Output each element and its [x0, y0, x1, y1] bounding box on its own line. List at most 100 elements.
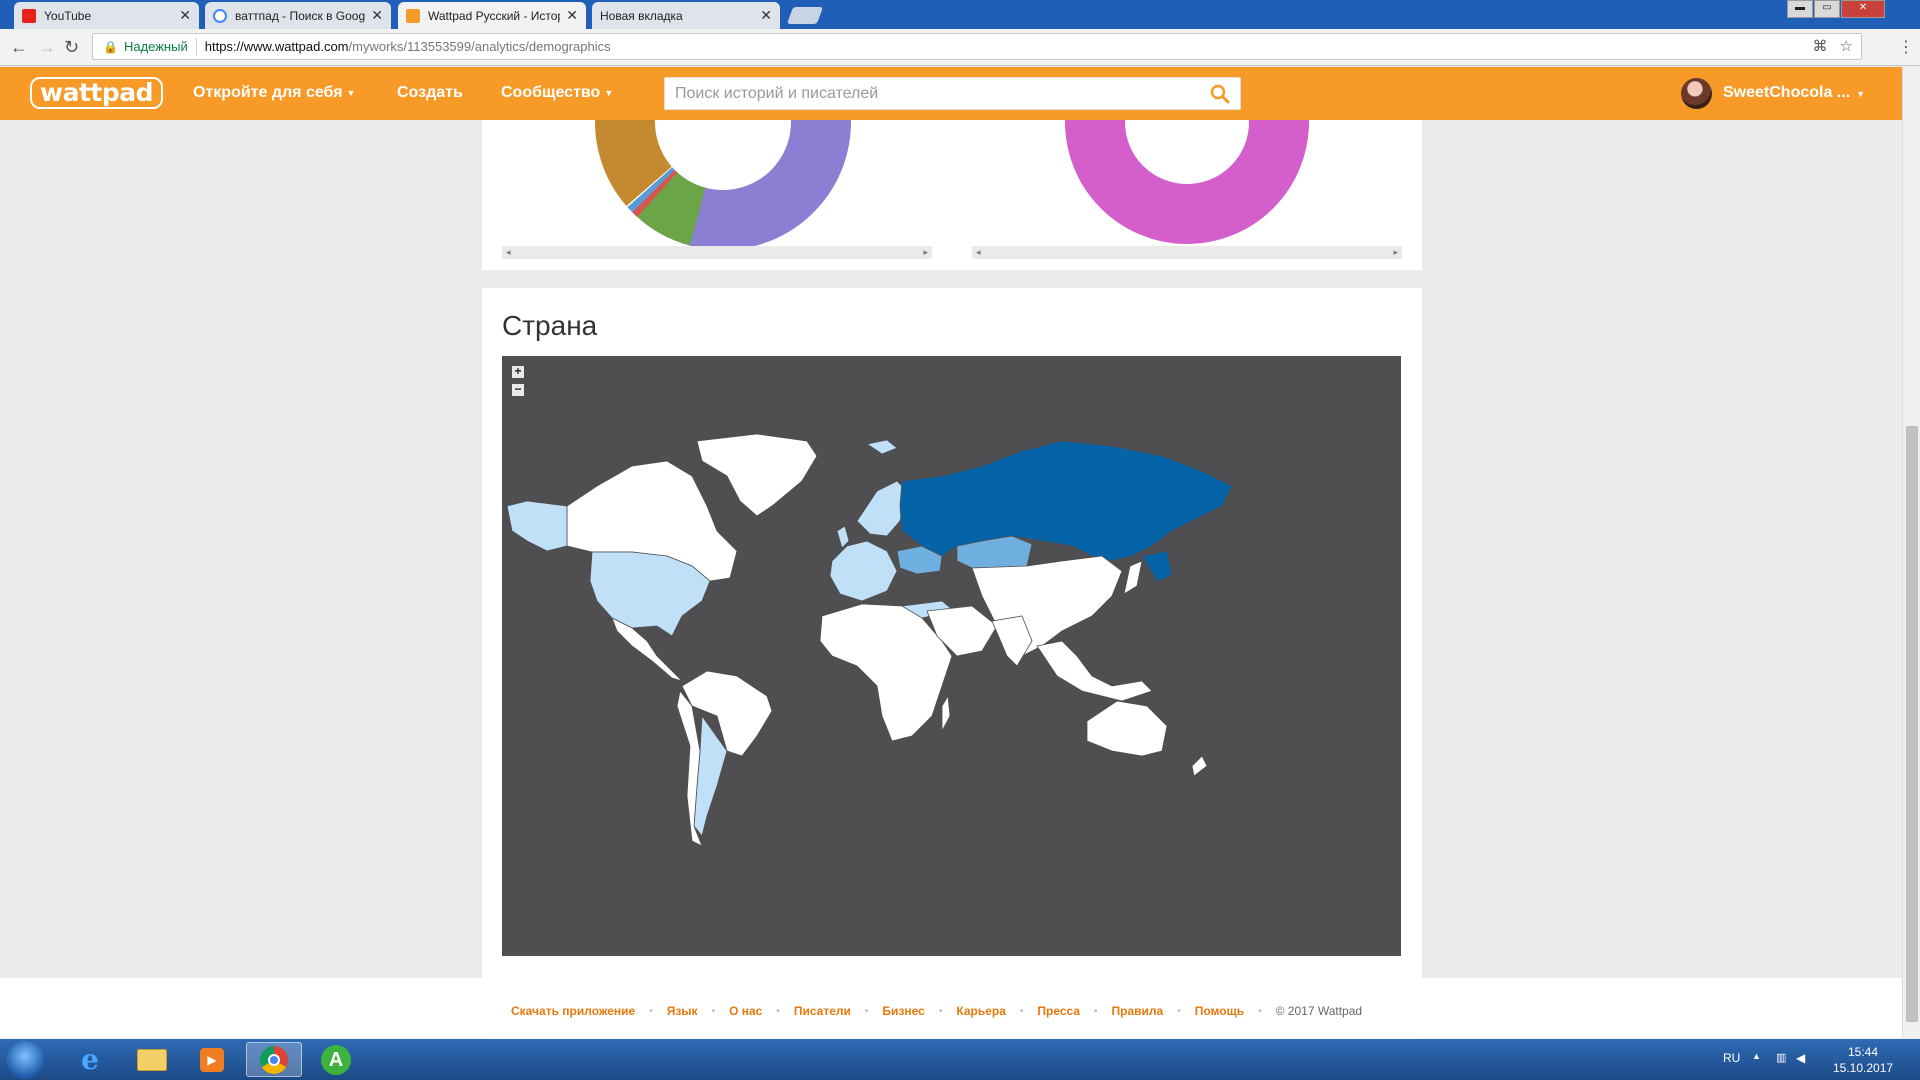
nav-label: Сообщество — [501, 84, 601, 101]
separator: • — [1019, 1005, 1024, 1017]
section-title-country: Страна — [502, 310, 598, 341]
url-domain: https://www.wattpad.com — [204, 39, 349, 54]
separator: • — [938, 1005, 943, 1017]
copyright: © 2017 Wattpad — [1275, 1004, 1363, 1018]
nav-label: Создать — [397, 84, 463, 101]
country-alaska — [506, 500, 568, 552]
search-icon[interactable] — [1210, 84, 1230, 104]
footer-link-careers[interactable]: Карьера — [956, 1004, 1006, 1018]
taskbar-ie[interactable]: e — [62, 1042, 118, 1077]
tab-youtube[interactable]: YouTube ✕ — [14, 2, 199, 29]
close-tab-icon[interactable]: ✕ — [566, 7, 578, 24]
footer-link-help[interactable]: Помощь — [1195, 1004, 1244, 1018]
language-indicator[interactable]: RU — [1723, 1051, 1740, 1065]
chart-scrollbar[interactable]: ◂ ▸ — [502, 246, 932, 259]
close-window-button[interactable]: ✕ — [1841, 0, 1885, 18]
nav-community[interactable]: Сообщество ▼ — [501, 84, 613, 102]
media-player-icon: ▶ — [200, 1047, 224, 1072]
age-donut-chart — [592, 120, 852, 246]
tab-new[interactable]: Новая вкладка ✕ — [592, 2, 780, 29]
separator: • — [776, 1005, 780, 1017]
new-tab-button[interactable] — [786, 7, 824, 24]
wattpad-logo[interactable]: wattpad — [30, 77, 164, 109]
footer-links: Скачать приложение • Язык • О нас • Писател… — [511, 1004, 1362, 1018]
search-input[interactable] — [665, 78, 1185, 109]
divider — [195, 37, 197, 56]
browser-menu-icon[interactable]: ⋮ — [1898, 37, 1914, 57]
start-button[interactable] — [6, 1041, 44, 1079]
footer-link-language[interactable]: Язык — [667, 1004, 698, 1018]
back-arrow-icon[interactable]: ← — [10, 37, 28, 58]
donut-svg — [595, 120, 851, 246]
close-tab-icon[interactable]: ✕ — [760, 7, 772, 24]
internet-explorer-icon: e — [81, 1043, 99, 1076]
footer-link-about[interactable]: О нас — [729, 1004, 762, 1018]
bookmark-star-icon[interactable]: ☆ — [1840, 37, 1853, 55]
youtube-favicon-icon — [22, 8, 36, 23]
tab-title: YouTube — [44, 8, 92, 23]
scroll-right-icon[interactable]: ▸ — [923, 246, 928, 259]
clock-time[interactable]: 15:44 — [1848, 1045, 1878, 1059]
nav-discover[interactable]: Откройте для себя ▼ — [193, 84, 355, 102]
country-australia — [1086, 700, 1168, 757]
footer-link-writers[interactable]: Писатели — [794, 1004, 851, 1018]
avatar[interactable] — [1681, 78, 1712, 109]
taskbar-chrome[interactable] — [246, 1042, 302, 1077]
tab-title: Новая вкладка — [600, 8, 683, 23]
taskbar-explorer[interactable] — [124, 1042, 180, 1077]
scroll-left-icon[interactable]: ◂ — [506, 246, 511, 259]
wattpad-favicon-icon — [406, 8, 420, 23]
tab-title: Wattpad Русский - Истори — [428, 8, 561, 23]
forward-arrow-icon[interactable]: → — [38, 37, 56, 58]
footer-link-business[interactable]: Бизнес — [882, 1004, 924, 1018]
restore-button[interactable]: ▭ — [1814, 0, 1840, 18]
chart-scrollbar[interactable]: ◂ ▸ — [972, 246, 1402, 259]
tab-google-search[interactable]: ваттпад - Поиск в Google ✕ — [205, 2, 391, 29]
scrollbar-thumb[interactable] — [1906, 426, 1918, 1022]
translate-icon[interactable]: ⌘ — [1813, 37, 1828, 55]
country-new-zealand — [1191, 755, 1208, 777]
omnibox-actions: ⌘ ☆ — [1813, 37, 1853, 55]
clock-date[interactable]: 15.10.2017 — [1833, 1061, 1893, 1075]
tab-title: ваттпад - Поиск в Google — [235, 8, 366, 23]
secure-label: Надежный — [123, 39, 188, 54]
url-path: /myworks/113553599/analytics/demographic… — [348, 39, 611, 54]
address-bar[interactable]: 🔒 Надежный https://www.wattpad.com/mywor… — [92, 33, 1862, 60]
zoom-out-button[interactable]: − — [512, 383, 524, 396]
google-favicon-icon — [213, 8, 227, 23]
footer-link-download-app[interactable]: Скачать приложение — [511, 1004, 635, 1018]
tray-expand-icon[interactable]: ▲ — [1752, 1051, 1761, 1061]
browser-tab-bar: YouTube ✕ ваттпад - Поиск в Google ✕ Wat… — [0, 0, 1920, 29]
tab-wattpad[interactable]: Wattpad Русский - Истори ✕ — [398, 2, 586, 29]
taskbar-media-player[interactable]: ▶ — [184, 1042, 240, 1077]
zoom-in-button[interactable]: + — [512, 365, 524, 378]
separator: • — [1258, 1005, 1262, 1017]
country-russia-east — [1141, 550, 1173, 582]
minimize-button[interactable]: ▬ — [1787, 0, 1813, 18]
volume-icon[interactable]: ◀ — [1796, 1051, 1805, 1065]
separator: • — [649, 1005, 653, 1017]
footer-link-rules[interactable]: Правила — [1112, 1004, 1164, 1018]
world-map[interactable]: + − — [502, 356, 1401, 956]
search-box — [664, 77, 1241, 110]
close-tab-icon[interactable]: ✕ — [371, 7, 383, 24]
user-menu[interactable]: SweetChocola ... ▼ — [1723, 84, 1865, 102]
country-greenland — [696, 433, 818, 517]
footer-link-press[interactable]: Пресса — [1037, 1004, 1080, 1018]
network-icon[interactable]: ▥ — [1776, 1051, 1786, 1064]
country-southeast-asia — [1036, 640, 1153, 702]
donut-svg — [1065, 120, 1309, 244]
country-scandinavia — [856, 480, 908, 537]
app-a-icon: A — [321, 1044, 351, 1075]
scroll-left-icon[interactable]: ◂ — [976, 246, 981, 259]
chevron-down-icon: ▼ — [346, 87, 356, 98]
gender-donut-chart — [1062, 120, 1322, 246]
close-tab-icon[interactable]: ✕ — [179, 7, 191, 24]
nav-create[interactable]: Создать — [397, 84, 463, 102]
taskbar-app-a[interactable]: A — [308, 1042, 364, 1077]
reload-icon[interactable]: ↻ — [64, 37, 79, 58]
scroll-right-icon[interactable]: ▸ — [1393, 246, 1398, 259]
page-scrollbar[interactable] — [1902, 66, 1920, 1038]
wattpad-header: wattpad Откройте для себя ▼ Создать Сообщ… — [0, 67, 1902, 120]
country-iceland — [865, 439, 898, 455]
